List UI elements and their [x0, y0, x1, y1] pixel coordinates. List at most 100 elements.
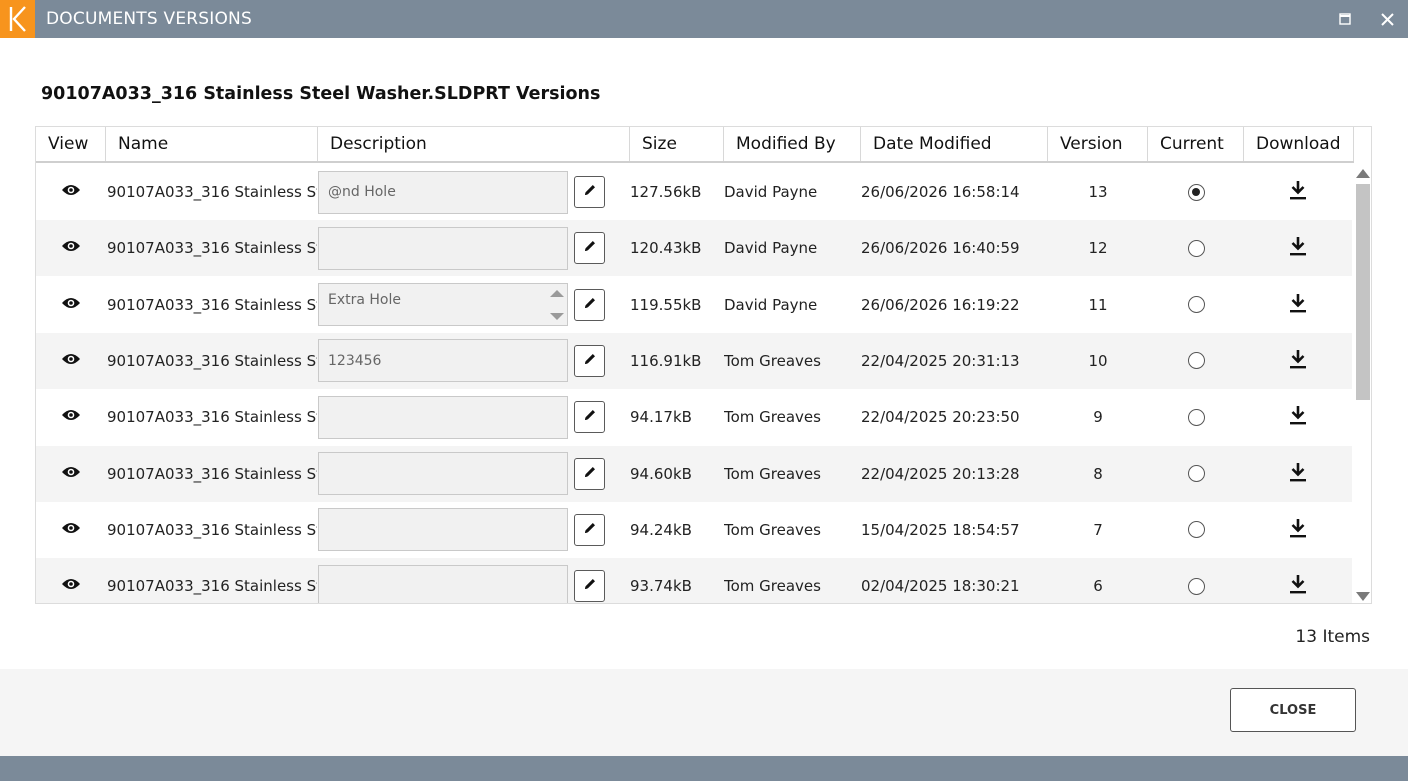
edit-description-button[interactable] [574, 401, 605, 434]
edit-description-button[interactable] [574, 570, 605, 603]
column-header-version[interactable]: Version [1048, 127, 1148, 161]
close-icon[interactable] [1376, 8, 1398, 30]
description-field[interactable] [318, 564, 568, 603]
view-icon-cell[interactable] [36, 277, 106, 333]
eye-icon[interactable] [61, 521, 81, 539]
current-version-radio[interactable] [1187, 239, 1205, 257]
edit-description-button[interactable] [574, 457, 605, 490]
eye-icon[interactable] [61, 352, 81, 370]
table-row[interactable]: 90107A033_316 Stainless Steel Washer.SLD… [36, 445, 1352, 502]
column-header-download[interactable]: Download [1244, 127, 1354, 161]
edit-description-button[interactable] [574, 288, 605, 321]
eye-icon[interactable] [61, 239, 81, 257]
view-icon-cell[interactable] [36, 502, 106, 558]
description-field[interactable]: Extra Hole [318, 283, 568, 327]
table-row[interactable]: 90107A033_316 Stainless Steel Washer.SLD… [36, 332, 1352, 389]
download-icon[interactable] [1289, 293, 1307, 317]
table-row[interactable]: 90107A033_316 Stainless Steel Washer.SLD… [36, 164, 1352, 220]
edit-description-button[interactable] [574, 176, 605, 208]
pencil-icon [583, 577, 597, 595]
file-size: 116.91kB [630, 351, 702, 370]
description-text: Extra Hole [328, 292, 402, 309]
eye-icon[interactable] [61, 296, 81, 314]
modified-by: Tom Greaves [724, 464, 821, 483]
eye-icon[interactable] [61, 577, 81, 595]
table-row[interactable]: 90107A033_316 Stainless Steel Washer.SLD… [36, 558, 1352, 603]
file-name: 90107A033_316 Stainless Steel Washer.SLD… [107, 183, 317, 201]
version-number: 9 [1093, 408, 1103, 427]
edit-description-button[interactable] [574, 513, 605, 546]
current-version-radio[interactable] [1187, 465, 1205, 482]
description-text: 123456 [328, 352, 382, 369]
scroll-up-icon[interactable] [1356, 169, 1370, 178]
version-number: 8 [1093, 464, 1103, 483]
current-version-radio[interactable] [1187, 296, 1205, 314]
scrollbar-thumb[interactable] [1356, 184, 1370, 400]
table-row[interactable]: 90107A033_316 Stainless Steel Washer.SLD… [36, 502, 1352, 558]
description-field[interactable] [318, 452, 568, 495]
items-count: 13 Items [1295, 627, 1370, 647]
modified-by: Tom Greaves [724, 577, 821, 596]
close-button[interactable]: CLOSE [1230, 688, 1356, 732]
view-icon-cell[interactable] [36, 333, 106, 389]
table-row[interactable]: 90107A033_316 Stainless Steel Washer.SLD… [36, 277, 1352, 333]
current-version-radio[interactable] [1187, 577, 1205, 595]
date-modified: 22/04/2025 20:23:50 [861, 408, 1020, 427]
date-modified: 15/04/2025 18:54:57 [861, 520, 1020, 539]
view-icon-cell[interactable] [36, 164, 106, 220]
download-icon[interactable] [1289, 462, 1307, 486]
description-field[interactable]: 123456 [318, 339, 568, 383]
eye-icon[interactable] [61, 408, 81, 426]
column-header-date-modified[interactable]: Date Modified [861, 127, 1048, 161]
date-modified: 26/06/2026 16:19:22 [861, 295, 1020, 314]
modified-by: David Payne [724, 295, 818, 314]
view-icon-cell[interactable] [36, 220, 106, 276]
column-header-modified-by[interactable]: Modified By [724, 127, 861, 161]
view-icon-cell[interactable] [36, 446, 106, 502]
file-name: 90107A033_316 Stainless Steel Washer.SLD… [107, 351, 317, 370]
pencil-icon [583, 408, 597, 426]
description-text: @nd Hole [328, 184, 396, 200]
description-field[interactable] [318, 226, 568, 270]
column-header-description[interactable]: Description [318, 127, 630, 161]
current-version-radio[interactable] [1187, 352, 1205, 370]
description-field[interactable] [318, 395, 568, 439]
edit-description-button[interactable] [574, 344, 605, 377]
file-size: 119.55kB [630, 295, 702, 314]
description-field[interactable]: @nd Hole [318, 170, 568, 214]
download-icon[interactable] [1289, 518, 1307, 542]
view-icon-cell[interactable] [36, 558, 106, 603]
download-icon[interactable] [1289, 574, 1307, 598]
versions-table: View Name Description Size Modified By D… [35, 126, 1372, 604]
version-number: 11 [1088, 295, 1108, 314]
pencil-icon [583, 465, 597, 483]
column-header-view[interactable]: View [36, 127, 106, 161]
scroll-down-icon[interactable] [1356, 592, 1370, 601]
edit-description-button[interactable] [574, 232, 605, 265]
download-icon[interactable] [1289, 405, 1307, 429]
view-icon-cell[interactable] [36, 389, 106, 445]
file-name: 90107A033_316 Stainless Steel Washer.SLD… [107, 239, 317, 258]
eye-icon[interactable] [61, 465, 81, 483]
current-version-radio[interactable] [1187, 183, 1205, 201]
column-header-current[interactable]: Current [1148, 127, 1244, 161]
table-row[interactable]: 90107A033_316 Stainless Steel Washer.SLD… [36, 220, 1352, 277]
spinner-icon[interactable] [549, 287, 565, 323]
maximize-icon[interactable] [1334, 8, 1356, 30]
table-row[interactable]: 90107A033_316 Stainless Steel Washer.SLD… [36, 389, 1352, 445]
current-version-radio[interactable] [1187, 521, 1205, 539]
column-header-name[interactable]: Name [106, 127, 318, 161]
current-version-radio[interactable] [1187, 408, 1205, 426]
column-header-size[interactable]: Size [630, 127, 724, 161]
vertical-scrollbar[interactable] [1354, 164, 1371, 603]
date-modified: 22/04/2025 20:13:28 [861, 464, 1020, 483]
date-modified: 02/04/2025 18:30:21 [861, 577, 1020, 596]
download-icon[interactable] [1289, 349, 1307, 373]
modified-by: Tom Greaves [724, 408, 821, 427]
eye-icon[interactable] [61, 183, 81, 201]
version-number: 13 [1088, 183, 1108, 201]
k-logo-icon [0, 0, 35, 38]
download-icon[interactable] [1289, 236, 1307, 260]
download-icon[interactable] [1289, 180, 1307, 204]
description-field[interactable] [318, 508, 568, 552]
